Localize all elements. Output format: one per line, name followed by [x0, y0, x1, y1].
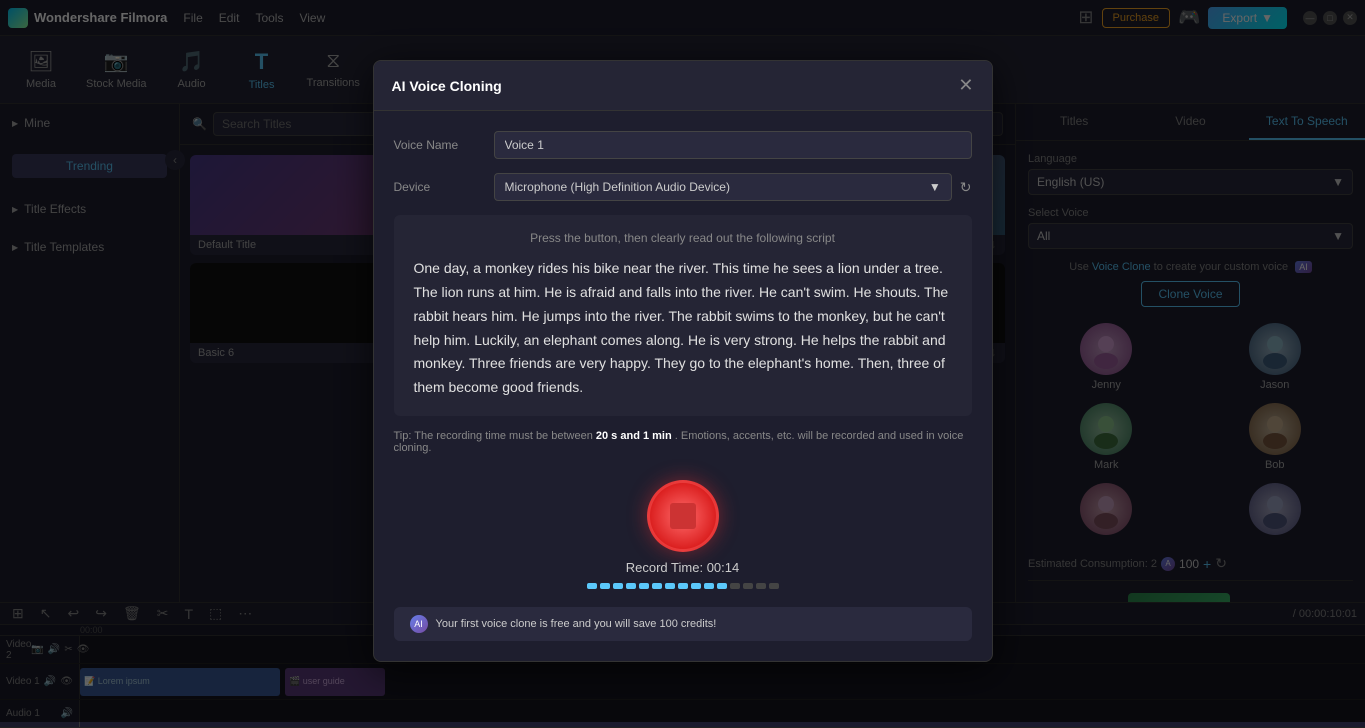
progress-dot-5	[652, 583, 662, 589]
progress-dot-13	[756, 583, 766, 589]
record-time: Record Time: 00:14	[626, 560, 739, 575]
modal-title: AI Voice Cloning	[392, 78, 502, 94]
tip-text: Tip: The recording time must be between …	[394, 430, 972, 454]
progress-bar	[587, 583, 779, 589]
progress-dot-6	[665, 583, 675, 589]
modal-close-button[interactable]: ✕	[958, 75, 973, 96]
ai-voice-cloning-modal: AI Voice Cloning ✕ Voice Name Device Mic…	[373, 60, 993, 662]
record-button[interactable]	[647, 480, 719, 552]
progress-dot-14	[769, 583, 779, 589]
promo-ai-icon: AI	[410, 615, 428, 633]
record-time-value: 00:14	[707, 560, 740, 575]
device-chevron-icon: ▼	[929, 180, 941, 194]
script-box: Press the button, then clearly read out …	[394, 215, 972, 416]
voice-name-field: Voice Name	[394, 131, 972, 159]
progress-dot-11	[730, 583, 740, 589]
progress-dot-4	[639, 583, 649, 589]
script-instruction: Press the button, then clearly read out …	[414, 231, 952, 245]
record-section: Record Time: 00:14	[394, 470, 972, 599]
device-label: Device	[394, 180, 494, 194]
progress-dot-3	[626, 583, 636, 589]
device-field: Device Microphone (High Definition Audio…	[394, 173, 972, 201]
progress-dot-7	[678, 583, 688, 589]
tip-highlight: 20 s and 1 min	[596, 430, 672, 442]
progress-dot-9	[704, 583, 714, 589]
device-refresh-button[interactable]: ↻	[960, 179, 972, 196]
device-value: Microphone (High Definition Audio Device…	[505, 180, 730, 194]
modal-overlay: AI Voice Cloning ✕ Voice Name Device Mic…	[0, 0, 1365, 722]
script-text: One day, a monkey rides his bike near th…	[414, 257, 952, 400]
record-stop-icon	[670, 503, 696, 529]
progress-dot-12	[743, 583, 753, 589]
progress-dot-10	[717, 583, 727, 589]
progress-dot-0	[587, 583, 597, 589]
progress-dot-2	[613, 583, 623, 589]
progress-dot-1	[600, 583, 610, 589]
modal-body: Voice Name Device Microphone (High Defin…	[374, 111, 992, 661]
promo-banner: AI Your first voice clone is free and yo…	[394, 607, 972, 641]
modal-header: AI Voice Cloning ✕	[374, 61, 992, 111]
voice-name-input[interactable]	[494, 131, 972, 159]
progress-dot-8	[691, 583, 701, 589]
voice-name-label: Voice Name	[394, 138, 494, 152]
promo-text: Your first voice clone is free and you w…	[436, 618, 717, 630]
device-select[interactable]: Microphone (High Definition Audio Device…	[494, 173, 952, 201]
